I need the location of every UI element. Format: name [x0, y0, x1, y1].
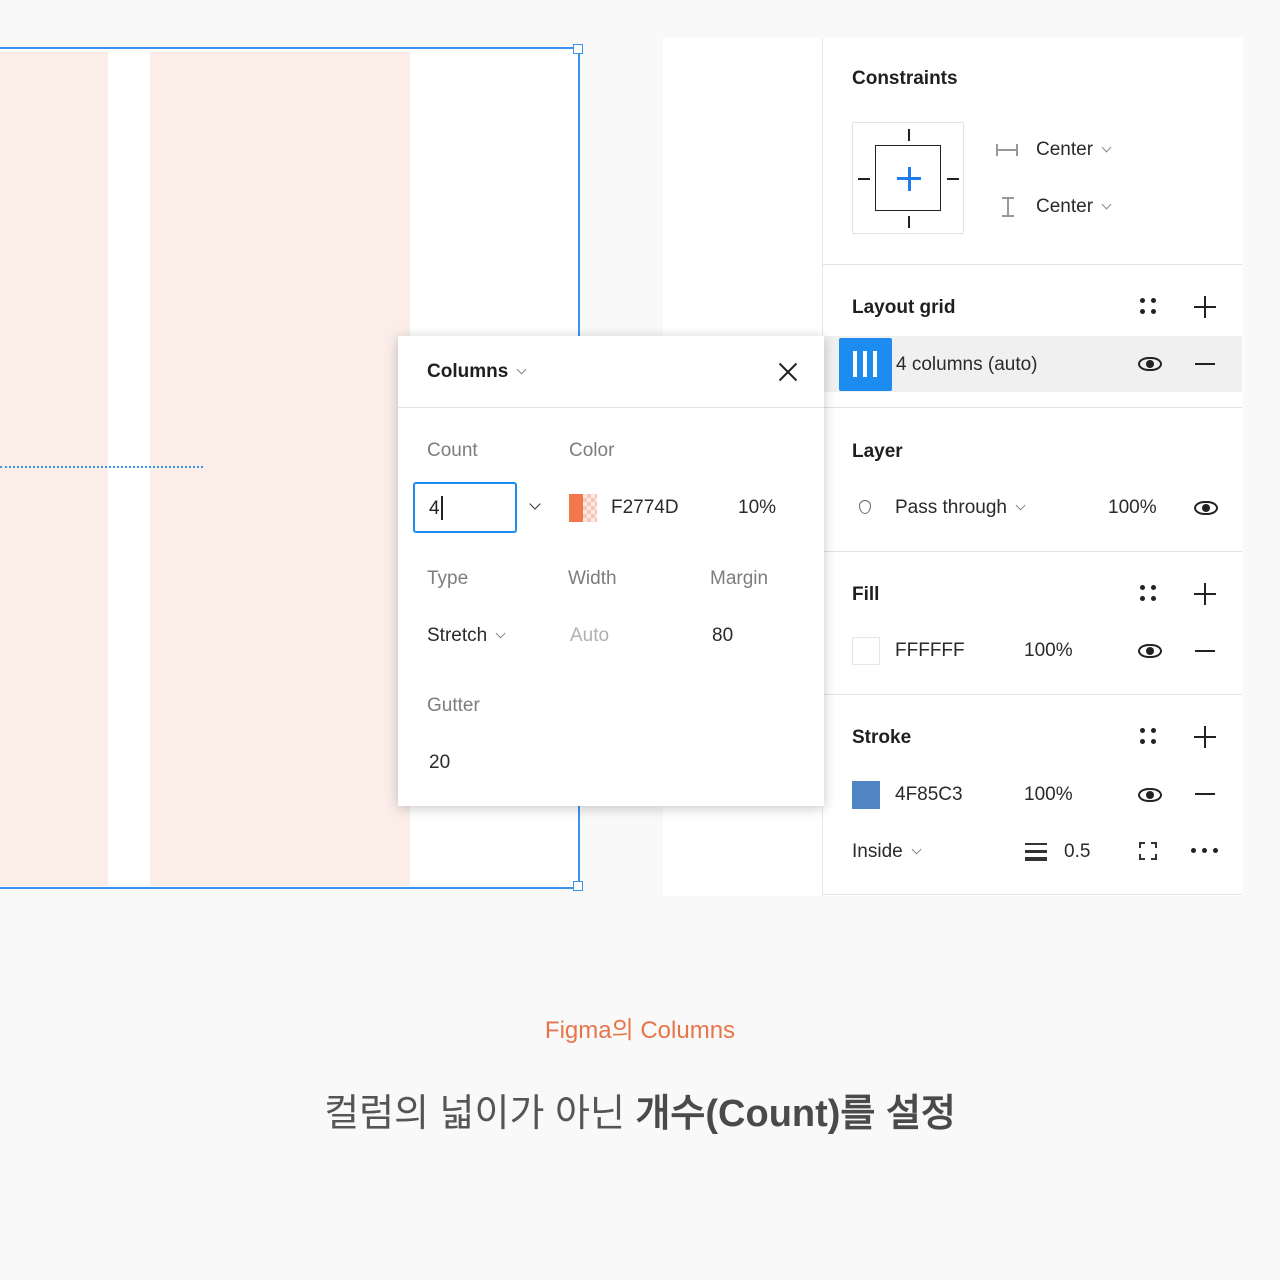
vertical-constraint-icon: [1002, 197, 1014, 217]
close-icon[interactable]: [778, 362, 798, 382]
grid-type-select[interactable]: Columns: [427, 361, 527, 383]
eye-icon[interactable]: [1138, 357, 1162, 371]
column-grid-icon[interactable]: [839, 338, 892, 391]
add-fill-icon[interactable]: [1194, 583, 1216, 605]
stroke-position-select[interactable]: Inside: [852, 841, 922, 863]
stroke-color-swatch[interactable]: [852, 781, 880, 809]
stroke-opacity-input[interactable]: 100%: [1024, 784, 1073, 806]
columns-popup: Columns Count Color 4 F2774D 10% Type Wi…: [398, 336, 824, 806]
individual-strokes-icon[interactable]: [1139, 842, 1157, 860]
eye-icon[interactable]: [1194, 501, 1218, 515]
section-divider: [822, 694, 1242, 695]
add-stroke-icon[interactable]: [1194, 726, 1216, 748]
grid-type-value: Columns: [427, 361, 509, 382]
caption-main: 컬럼의 넓이가 아닌 개수(Count)를 설정: [0, 1082, 1280, 1137]
eye-icon[interactable]: [1138, 644, 1162, 658]
section-divider: [822, 894, 1242, 895]
vertical-constraint-select[interactable]: Center: [1036, 196, 1112, 218]
blend-mode-value: Pass through: [895, 497, 1007, 518]
grid-color-opacity-input[interactable]: 10%: [738, 497, 776, 519]
margin-input[interactable]: 80: [712, 625, 733, 647]
layer-title: Layer: [852, 441, 903, 462]
color-label: Color: [569, 440, 615, 461]
stroke-position-value: Inside: [852, 841, 903, 862]
fill-color-swatch[interactable]: [852, 637, 880, 665]
count-value: 4: [429, 498, 440, 519]
fill-title: Fill: [852, 584, 880, 605]
constraint-left-line[interactable]: [858, 178, 870, 180]
width-input[interactable]: Auto: [570, 625, 609, 647]
constraint-bottom-line[interactable]: [908, 216, 910, 228]
width-label: Width: [568, 568, 617, 589]
type-value: Stretch: [427, 625, 488, 646]
more-options-icon[interactable]: [1191, 848, 1221, 854]
chevron-down-icon: [911, 844, 922, 855]
section-divider: [822, 264, 1242, 265]
chevron-down-icon: [495, 628, 506, 639]
text-cursor: [441, 496, 443, 520]
layout-grid-label[interactable]: 4 columns (auto): [896, 354, 1038, 376]
remove-stroke-icon[interactable]: [1195, 793, 1215, 795]
horizontal-constraint-value: Center: [1036, 139, 1094, 160]
gutter-label: Gutter: [427, 695, 480, 716]
grid-color-swatch[interactable]: [569, 494, 597, 522]
chevron-down-icon: [1015, 500, 1026, 511]
remove-layout-grid-icon[interactable]: [1195, 363, 1215, 365]
constraint-right-line[interactable]: [947, 178, 959, 180]
fill-hex-input[interactable]: FFFFFF: [895, 640, 965, 662]
remove-fill-icon[interactable]: [1195, 650, 1215, 652]
resize-handle-top-right[interactable]: [573, 44, 583, 54]
grid-color-hex-input[interactable]: F2774D: [611, 497, 679, 519]
count-dropdown-icon[interactable]: [529, 498, 541, 510]
count-label: Count: [427, 440, 478, 461]
stroke-hex-input[interactable]: 4F85C3: [895, 784, 963, 806]
stroke-styles-icon[interactable]: [1140, 728, 1158, 746]
vertical-constraint-value: Center: [1036, 196, 1094, 217]
measurement-guide: [0, 466, 203, 468]
stroke-weight-input[interactable]: 0.5: [1064, 841, 1090, 863]
constraint-widget[interactable]: [852, 122, 964, 234]
horizontal-constraint-icon: [996, 144, 1018, 156]
fill-opacity-input[interactable]: 100%: [1024, 640, 1073, 662]
caption-subtitle: Figma의 Columns: [544, 1017, 736, 1044]
horizontal-constraint-select[interactable]: Center: [1036, 139, 1112, 161]
blend-mode-select[interactable]: Pass through: [895, 497, 1026, 519]
fill-styles-icon[interactable]: [1140, 585, 1158, 603]
caption-main-regular: 컬럼의 넓이가 아닌: [324, 1093, 636, 1135]
grid-styles-icon[interactable]: [1140, 298, 1158, 316]
layer-opacity-input[interactable]: 100%: [1108, 497, 1157, 519]
type-select[interactable]: Stretch: [427, 625, 506, 647]
type-label: Type: [427, 568, 469, 589]
resize-handle-bottom-right[interactable]: [573, 881, 583, 891]
stroke-title: Stroke: [852, 727, 912, 748]
section-divider: [822, 407, 1242, 408]
section-divider: [822, 551, 1242, 552]
stroke-weight-icon: [1025, 843, 1047, 861]
constraints-title: Constraints: [852, 68, 958, 89]
constraint-top-line[interactable]: [908, 129, 910, 141]
caption-main-bold: 개수(Count)를 설정: [635, 1093, 956, 1135]
count-input[interactable]: 4: [413, 482, 517, 533]
chevron-down-icon: [1101, 199, 1112, 210]
popup-divider: [398, 407, 824, 408]
gutter-input[interactable]: 20: [429, 752, 450, 774]
chevron-down-icon: [516, 364, 527, 375]
layout-grid-title: Layout grid: [852, 297, 956, 318]
eye-icon[interactable]: [1138, 788, 1162, 802]
add-layout-grid-icon[interactable]: [1194, 296, 1216, 318]
margin-label: Margin: [710, 568, 769, 589]
chevron-down-icon: [1101, 142, 1112, 153]
constraint-center-v[interactable]: [908, 167, 911, 191]
